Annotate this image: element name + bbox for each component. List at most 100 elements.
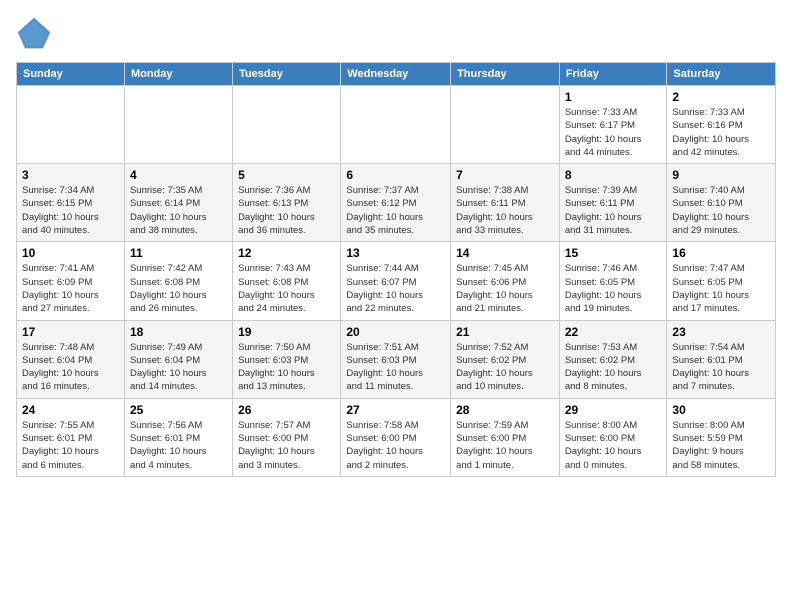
day-info: Sunrise: 7:55 AM Sunset: 6:01 PM Dayligh… xyxy=(22,419,119,472)
day-info: Sunrise: 7:36 AM Sunset: 6:13 PM Dayligh… xyxy=(238,184,335,237)
day-number: 20 xyxy=(346,325,445,339)
week-row-4: 17 Sunrise: 7:48 AM Sunset: 6:04 PM Dayli… xyxy=(17,320,776,398)
day-info: Sunrise: 7:58 AM Sunset: 6:00 PM Dayligh… xyxy=(346,419,445,472)
week-row-3: 10Sunrise: 7:41 AM Sunset: 6:09 PM Dayli… xyxy=(17,242,776,320)
day-number: 17 xyxy=(22,325,119,339)
day-cell xyxy=(17,86,125,164)
day-cell: 29 Sunrise: 8:00 AM Sunset: 6:00 PM Dayli… xyxy=(559,398,667,476)
day-number: 19 xyxy=(238,325,335,339)
day-number: 16 xyxy=(672,246,770,260)
logo xyxy=(16,16,56,52)
day-number: 5 xyxy=(238,168,335,182)
day-cell: 10Sunrise: 7:41 AM Sunset: 6:09 PM Dayli… xyxy=(17,242,125,320)
day-info: Sunrise: 7:53 AM Sunset: 6:02 PM Dayligh… xyxy=(565,341,662,394)
week-row-5: 24 Sunrise: 7:55 AM Sunset: 6:01 PM Dayli… xyxy=(17,398,776,476)
day-cell: 16 Sunrise: 7:47 AM Sunset: 6:05 PM Dayli… xyxy=(667,242,776,320)
day-number: 4 xyxy=(130,168,227,182)
day-info: Sunrise: 7:56 AM Sunset: 6:01 PM Dayligh… xyxy=(130,419,227,472)
day-cell: 17 Sunrise: 7:48 AM Sunset: 6:04 PM Dayli… xyxy=(17,320,125,398)
day-cell: 22Sunrise: 7:53 AM Sunset: 6:02 PM Dayli… xyxy=(559,320,667,398)
day-cell xyxy=(233,86,341,164)
day-cell: 21 Sunrise: 7:52 AM Sunset: 6:02 PM Dayli… xyxy=(451,320,560,398)
day-cell: 4Sunrise: 7:35 AM Sunset: 6:14 PM Daylig… xyxy=(124,164,232,242)
day-number: 3 xyxy=(22,168,119,182)
day-cell: 2 Sunrise: 7:33 AM Sunset: 6:16 PM Daylig… xyxy=(667,86,776,164)
day-info: Sunrise: 7:47 AM Sunset: 6:05 PM Dayligh… xyxy=(672,262,770,315)
day-number: 12 xyxy=(238,246,335,260)
day-number: 26 xyxy=(238,403,335,417)
day-cell: 24 Sunrise: 7:55 AM Sunset: 6:01 PM Dayli… xyxy=(17,398,125,476)
week-row-1: 1Sunrise: 7:33 AM Sunset: 6:17 PM Daylig… xyxy=(17,86,776,164)
day-cell: 8Sunrise: 7:39 AM Sunset: 6:11 PM Daylig… xyxy=(559,164,667,242)
day-cell: 12 Sunrise: 7:43 AM Sunset: 6:08 PM Dayli… xyxy=(233,242,341,320)
day-info: Sunrise: 7:42 AM Sunset: 6:08 PM Dayligh… xyxy=(130,262,227,315)
day-number: 9 xyxy=(672,168,770,182)
day-number: 23 xyxy=(672,325,770,339)
day-info: Sunrise: 7:38 AM Sunset: 6:11 PM Dayligh… xyxy=(456,184,554,237)
day-info: Sunrise: 7:52 AM Sunset: 6:02 PM Dayligh… xyxy=(456,341,554,394)
calendar-table: SundayMondayTuesdayWednesdayThursdayFrid… xyxy=(16,62,776,477)
calendar-header-row: SundayMondayTuesdayWednesdayThursdayFrid… xyxy=(17,63,776,86)
day-number: 11 xyxy=(130,246,227,260)
day-info: Sunrise: 7:59 AM Sunset: 6:00 PM Dayligh… xyxy=(456,419,554,472)
day-info: Sunrise: 8:00 AM Sunset: 5:59 PM Dayligh… xyxy=(672,419,770,472)
day-cell: 14 Sunrise: 7:45 AM Sunset: 6:06 PM Dayli… xyxy=(451,242,560,320)
day-cell: 18Sunrise: 7:49 AM Sunset: 6:04 PM Dayli… xyxy=(124,320,232,398)
day-info: Sunrise: 7:39 AM Sunset: 6:11 PM Dayligh… xyxy=(565,184,662,237)
day-number: 15 xyxy=(565,246,662,260)
day-number: 13 xyxy=(346,246,445,260)
day-cell: 28Sunrise: 7:59 AM Sunset: 6:00 PM Dayli… xyxy=(451,398,560,476)
day-info: Sunrise: 7:33 AM Sunset: 6:17 PM Dayligh… xyxy=(565,106,662,159)
day-number: 7 xyxy=(456,168,554,182)
col-header-sunday: Sunday xyxy=(17,63,125,86)
col-header-monday: Monday xyxy=(124,63,232,86)
day-cell: 26 Sunrise: 7:57 AM Sunset: 6:00 PM Dayli… xyxy=(233,398,341,476)
day-info: Sunrise: 7:33 AM Sunset: 6:16 PM Dayligh… xyxy=(672,106,770,159)
day-number: 25 xyxy=(130,403,227,417)
day-info: Sunrise: 7:34 AM Sunset: 6:15 PM Dayligh… xyxy=(22,184,119,237)
day-cell xyxy=(451,86,560,164)
day-cell: 9 Sunrise: 7:40 AM Sunset: 6:10 PM Daylig… xyxy=(667,164,776,242)
day-info: Sunrise: 8:00 AM Sunset: 6:00 PM Dayligh… xyxy=(565,419,662,472)
day-number: 29 xyxy=(565,403,662,417)
day-info: Sunrise: 7:37 AM Sunset: 6:12 PM Dayligh… xyxy=(346,184,445,237)
day-info: Sunrise: 7:45 AM Sunset: 6:06 PM Dayligh… xyxy=(456,262,554,315)
day-info: Sunrise: 7:51 AM Sunset: 6:03 PM Dayligh… xyxy=(346,341,445,394)
col-header-saturday: Saturday xyxy=(667,63,776,86)
col-header-tuesday: Tuesday xyxy=(233,63,341,86)
day-info: Sunrise: 7:48 AM Sunset: 6:04 PM Dayligh… xyxy=(22,341,119,394)
day-number: 14 xyxy=(456,246,554,260)
day-number: 2 xyxy=(672,90,770,104)
day-number: 6 xyxy=(346,168,445,182)
day-cell: 1Sunrise: 7:33 AM Sunset: 6:17 PM Daylig… xyxy=(559,86,667,164)
day-cell: 11 Sunrise: 7:42 AM Sunset: 6:08 PM Dayli… xyxy=(124,242,232,320)
day-info: Sunrise: 7:50 AM Sunset: 6:03 PM Dayligh… xyxy=(238,341,335,394)
day-info: Sunrise: 7:46 AM Sunset: 6:05 PM Dayligh… xyxy=(565,262,662,315)
day-cell: 25 Sunrise: 7:56 AM Sunset: 6:01 PM Dayli… xyxy=(124,398,232,476)
col-header-thursday: Thursday xyxy=(451,63,560,86)
day-cell: 23 Sunrise: 7:54 AM Sunset: 6:01 PM Dayli… xyxy=(667,320,776,398)
day-number: 30 xyxy=(672,403,770,417)
day-cell: 20 Sunrise: 7:51 AM Sunset: 6:03 PM Dayli… xyxy=(341,320,451,398)
day-number: 27 xyxy=(346,403,445,417)
day-number: 21 xyxy=(456,325,554,339)
day-cell: 3 Sunrise: 7:34 AM Sunset: 6:15 PM Daylig… xyxy=(17,164,125,242)
day-cell: 13 Sunrise: 7:44 AM Sunset: 6:07 PM Dayli… xyxy=(341,242,451,320)
day-number: 10 xyxy=(22,246,119,260)
day-cell: 6 Sunrise: 7:37 AM Sunset: 6:12 PM Daylig… xyxy=(341,164,451,242)
day-info: Sunrise: 7:40 AM Sunset: 6:10 PM Dayligh… xyxy=(672,184,770,237)
col-header-friday: Friday xyxy=(559,63,667,86)
day-cell: 27 Sunrise: 7:58 AM Sunset: 6:00 PM Dayli… xyxy=(341,398,451,476)
day-cell: 15 Sunrise: 7:46 AM Sunset: 6:05 PM Dayli… xyxy=(559,242,667,320)
day-info: Sunrise: 7:54 AM Sunset: 6:01 PM Dayligh… xyxy=(672,341,770,394)
day-cell: 30 Sunrise: 8:00 AM Sunset: 5:59 PM Dayli… xyxy=(667,398,776,476)
week-row-2: 3 Sunrise: 7:34 AM Sunset: 6:15 PM Daylig… xyxy=(17,164,776,242)
day-info: Sunrise: 7:44 AM Sunset: 6:07 PM Dayligh… xyxy=(346,262,445,315)
day-info: Sunrise: 7:57 AM Sunset: 6:00 PM Dayligh… xyxy=(238,419,335,472)
day-number: 24 xyxy=(22,403,119,417)
day-cell xyxy=(124,86,232,164)
day-cell: 5 Sunrise: 7:36 AM Sunset: 6:13 PM Daylig… xyxy=(233,164,341,242)
page-header xyxy=(16,16,776,52)
day-info: Sunrise: 7:43 AM Sunset: 6:08 PM Dayligh… xyxy=(238,262,335,315)
day-cell xyxy=(341,86,451,164)
